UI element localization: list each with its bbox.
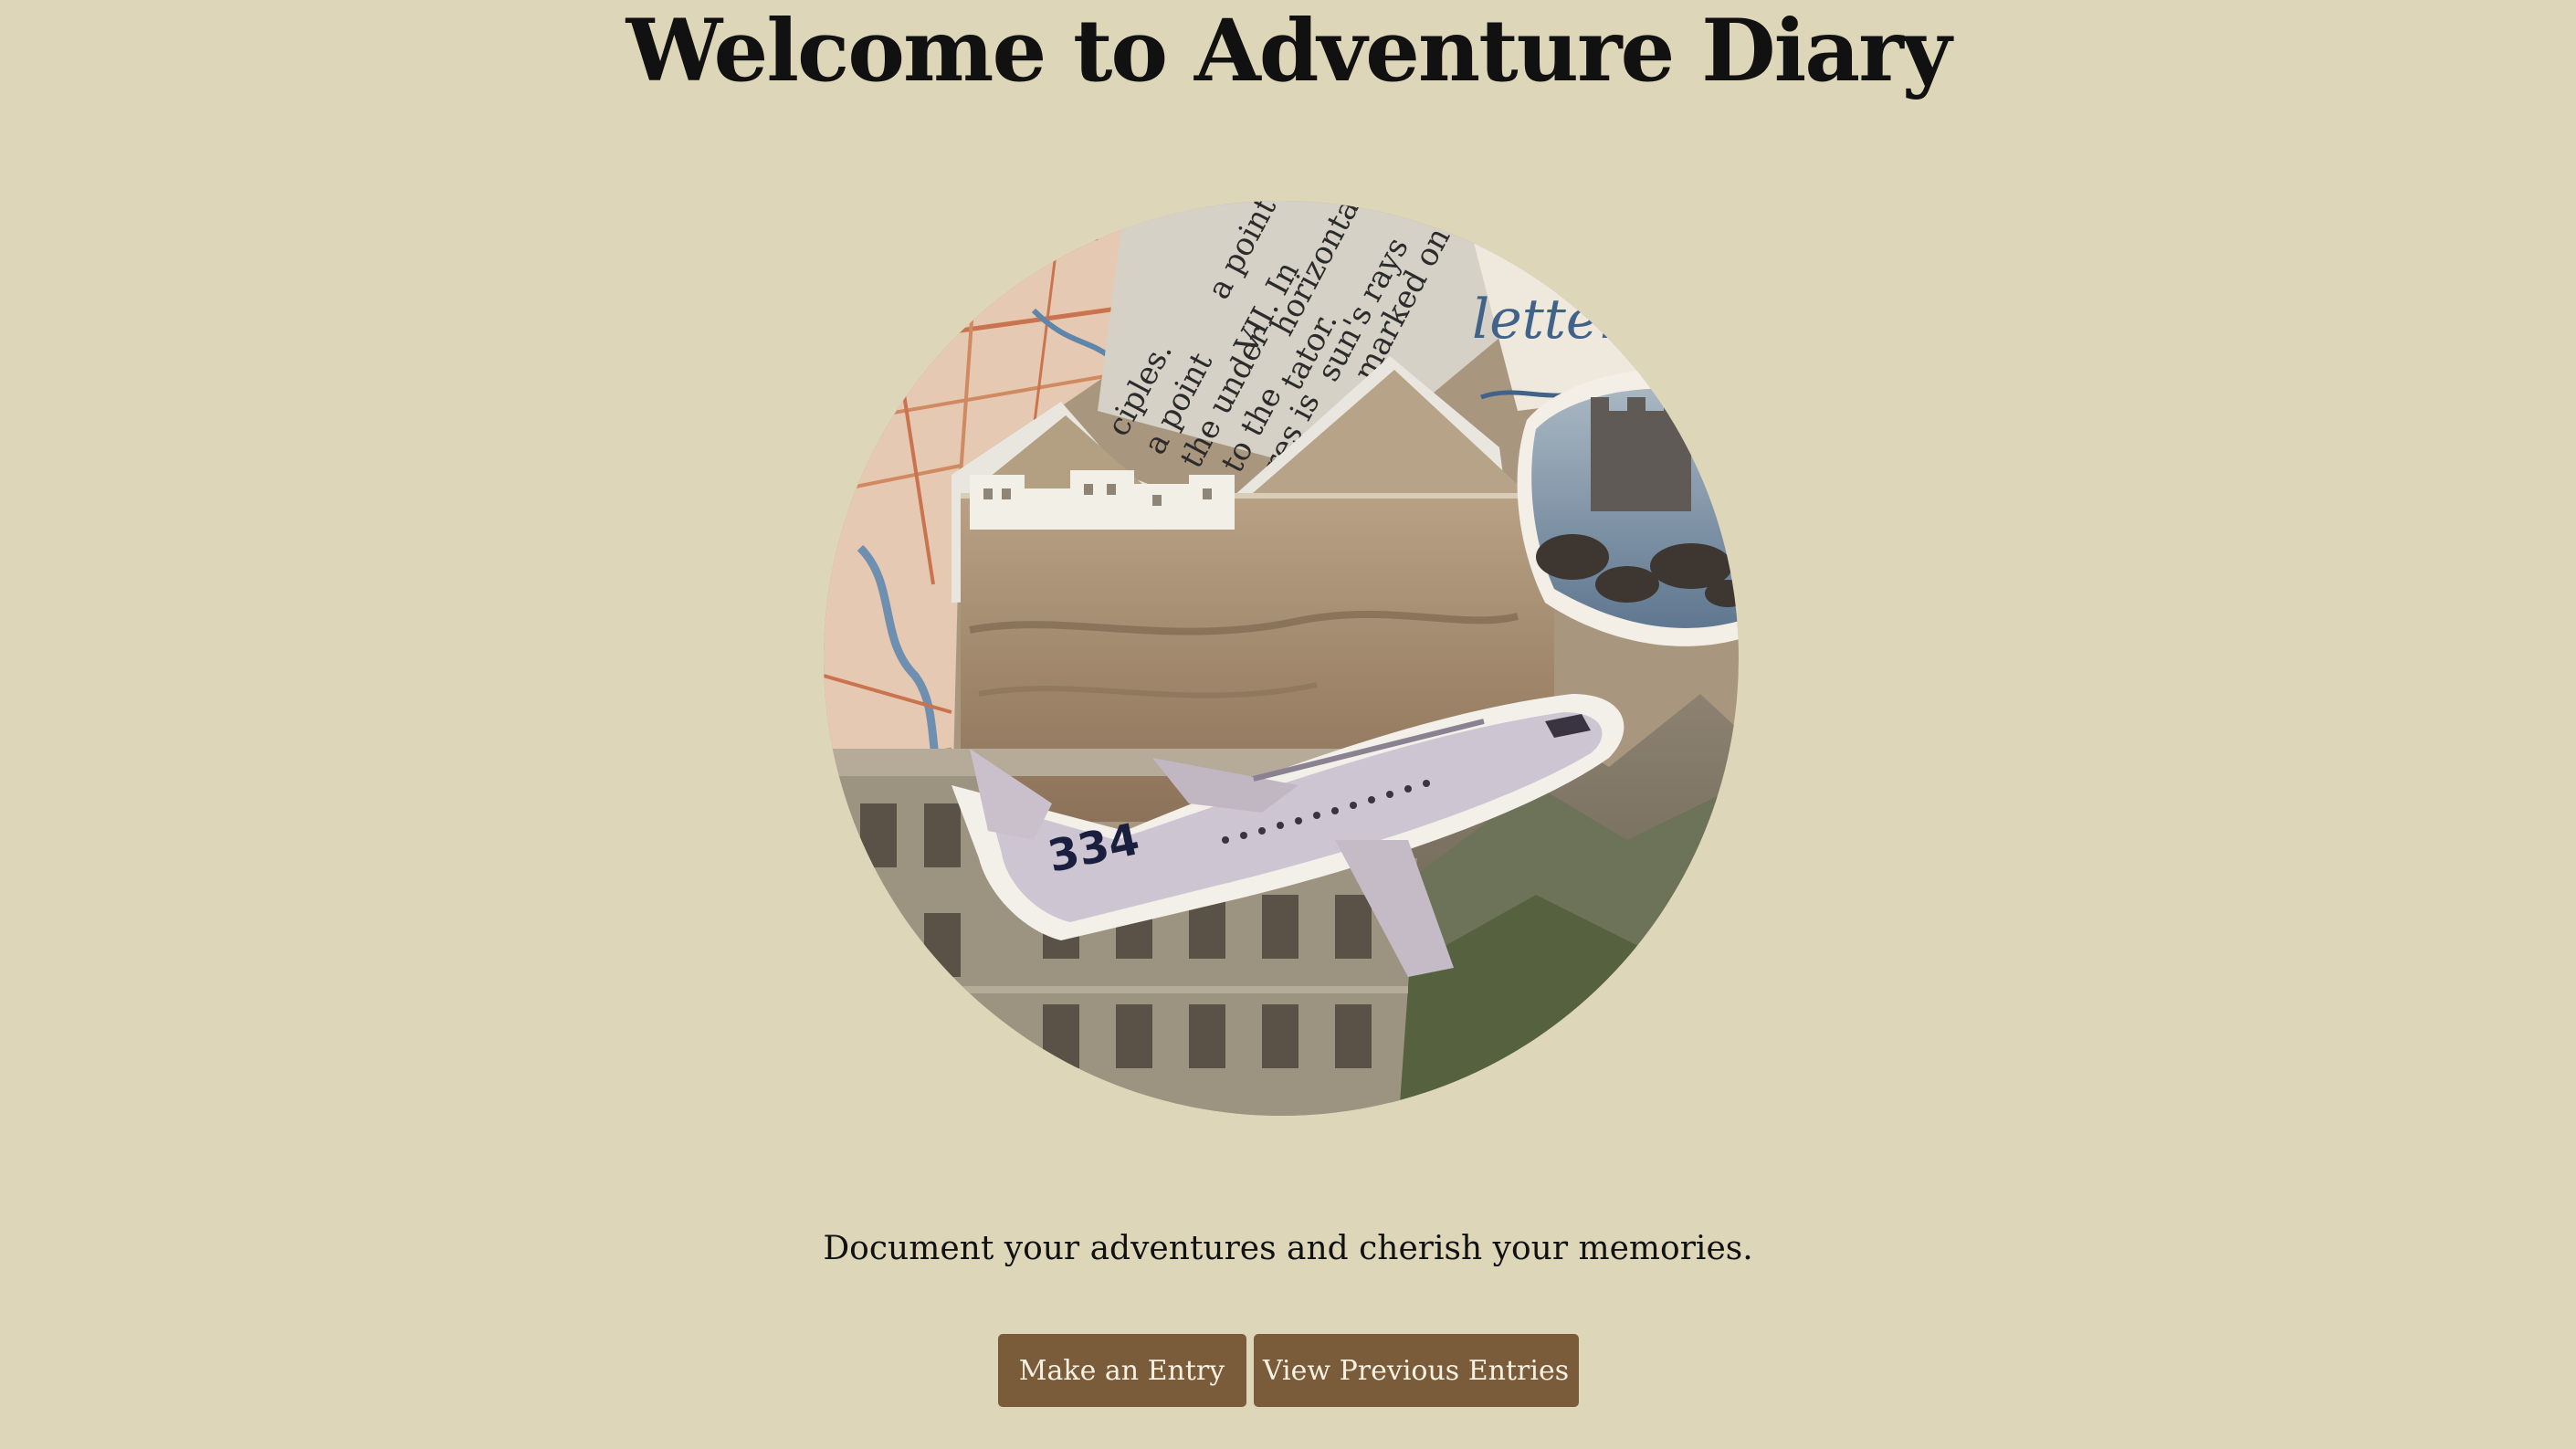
make-entry-button[interactable]: Make an Entry — [997, 1334, 1246, 1407]
hero-collage: VII. In a point horizonta tator. sun's r… — [824, 201, 1740, 1117]
tagline: Document your adventures and cherish you… — [823, 1230, 1753, 1267]
page-title: Welcome to Adventure Diary — [626, 1, 1952, 101]
svg-text:letter: letter — [1472, 288, 1627, 352]
view-previous-entries-button[interactable]: View Previous Entries — [1253, 1334, 1579, 1407]
coastal-castle-scene — [1517, 368, 1739, 646]
action-buttons: Make an Entry View Previous Entries — [0, 1334, 2576, 1407]
travel-collage-image: VII. In a point horizonta tator. sun's r… — [824, 201, 1739, 1116]
landing-page: Welcome to Adventure Diary VII. In a poi… — [0, 0, 2576, 1449]
